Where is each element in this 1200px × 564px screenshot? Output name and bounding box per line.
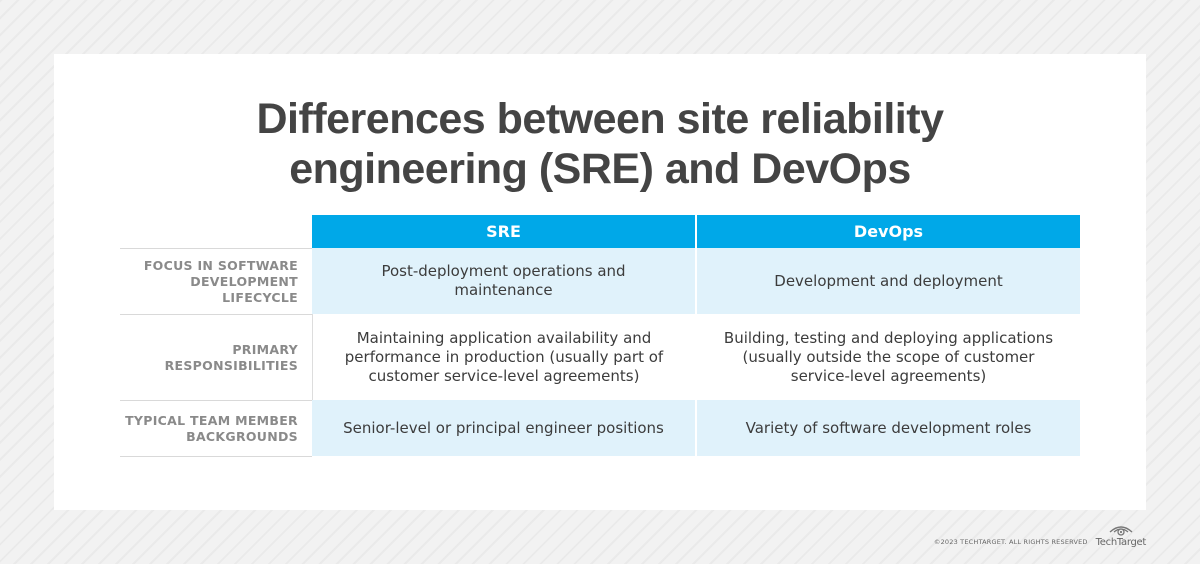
brand-logo: TechTarget [1096, 523, 1146, 548]
row-label-cell: FOCUS IN SOFTWARE DEVELOPMENT LIFECYCLE [120, 248, 312, 314]
row-label: PRIMARY RESPONSIBILITIES [164, 341, 298, 373]
table-row: FOCUS IN SOFTWARE DEVELOPMENT LIFECYCLE … [120, 248, 1080, 314]
page-title: Differences between site reliability eng… [54, 94, 1146, 194]
row-label: TYPICAL TEAM MEMBER BACKGROUNDS [125, 412, 298, 444]
title-line-1: Differences between site reliability [256, 95, 945, 143]
column-header-devops: DevOps [697, 215, 1080, 248]
title-line-2: engineering (SRE) and DevOps [289, 145, 911, 193]
cell-sre: Senior-level or principal engineer posit… [312, 400, 695, 456]
cell-sre: Maintaining application availability and… [312, 314, 695, 400]
infographic-card: Differences between site reliability eng… [54, 54, 1146, 510]
table-header-row: SRE DevOps [120, 215, 1080, 248]
table-bottom-rule [120, 456, 312, 457]
footer: ©2023 TECHTARGET. ALL RIGHTS RESERVED Te… [934, 523, 1146, 548]
table-row: TYPICAL TEAM MEMBER BACKGROUNDS Senior-l… [120, 400, 1080, 456]
eye-logo-icon [1109, 526, 1133, 536]
column-divider [695, 215, 697, 456]
cell-devops: Building, testing and deploying applicat… [697, 314, 1080, 400]
row-label-cell: TYPICAL TEAM MEMBER BACKGROUNDS [120, 400, 312, 456]
copyright-text: ©2023 TECHTARGET. ALL RIGHTS RESERVED [933, 538, 1088, 546]
cell-devops: Variety of software development roles [697, 400, 1080, 456]
brand-name: TechTarget [1095, 537, 1147, 548]
row-label: FOCUS IN SOFTWARE DEVELOPMENT LIFECYCLE [143, 257, 298, 305]
cell-devops: Development and deployment [697, 248, 1080, 314]
column-header-sre: SRE [312, 215, 695, 248]
row-label-cell: PRIMARY RESPONSIBILITIES [120, 314, 312, 400]
table-row: PRIMARY RESPONSIBILITIES Maintaining app… [120, 314, 1080, 400]
cell-sre: Post-deployment operations and maintenan… [312, 248, 695, 314]
